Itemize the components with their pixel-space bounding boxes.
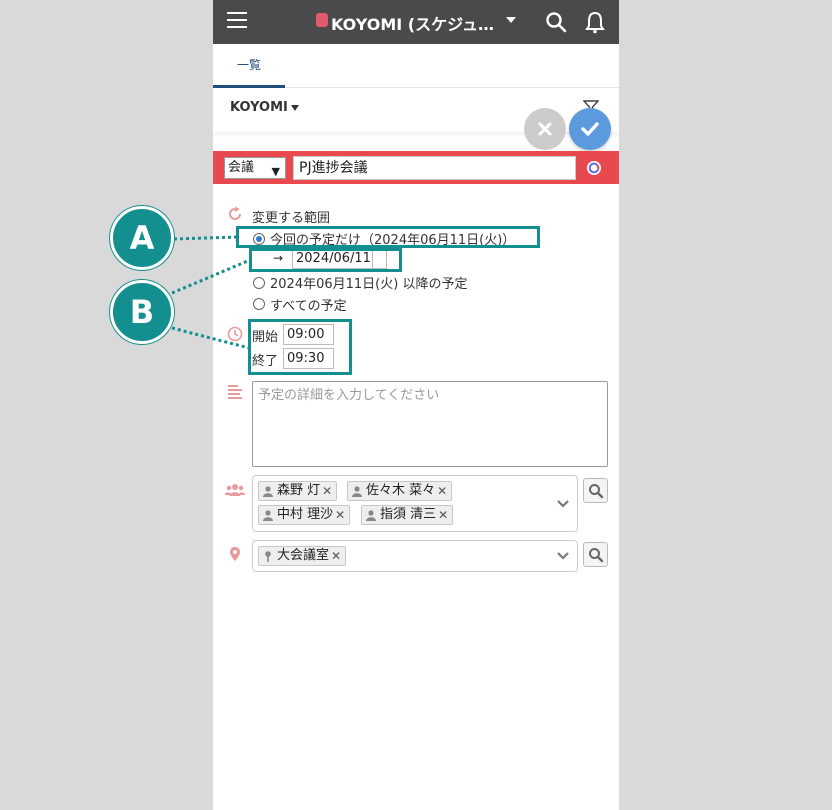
callout-a: A (110, 206, 174, 270)
highlight-a (236, 226, 540, 248)
callout-b: B (110, 280, 174, 344)
highlight-b-date (249, 248, 402, 272)
callout-connectors (171, 235, 251, 350)
highlight-b-time (248, 319, 352, 375)
